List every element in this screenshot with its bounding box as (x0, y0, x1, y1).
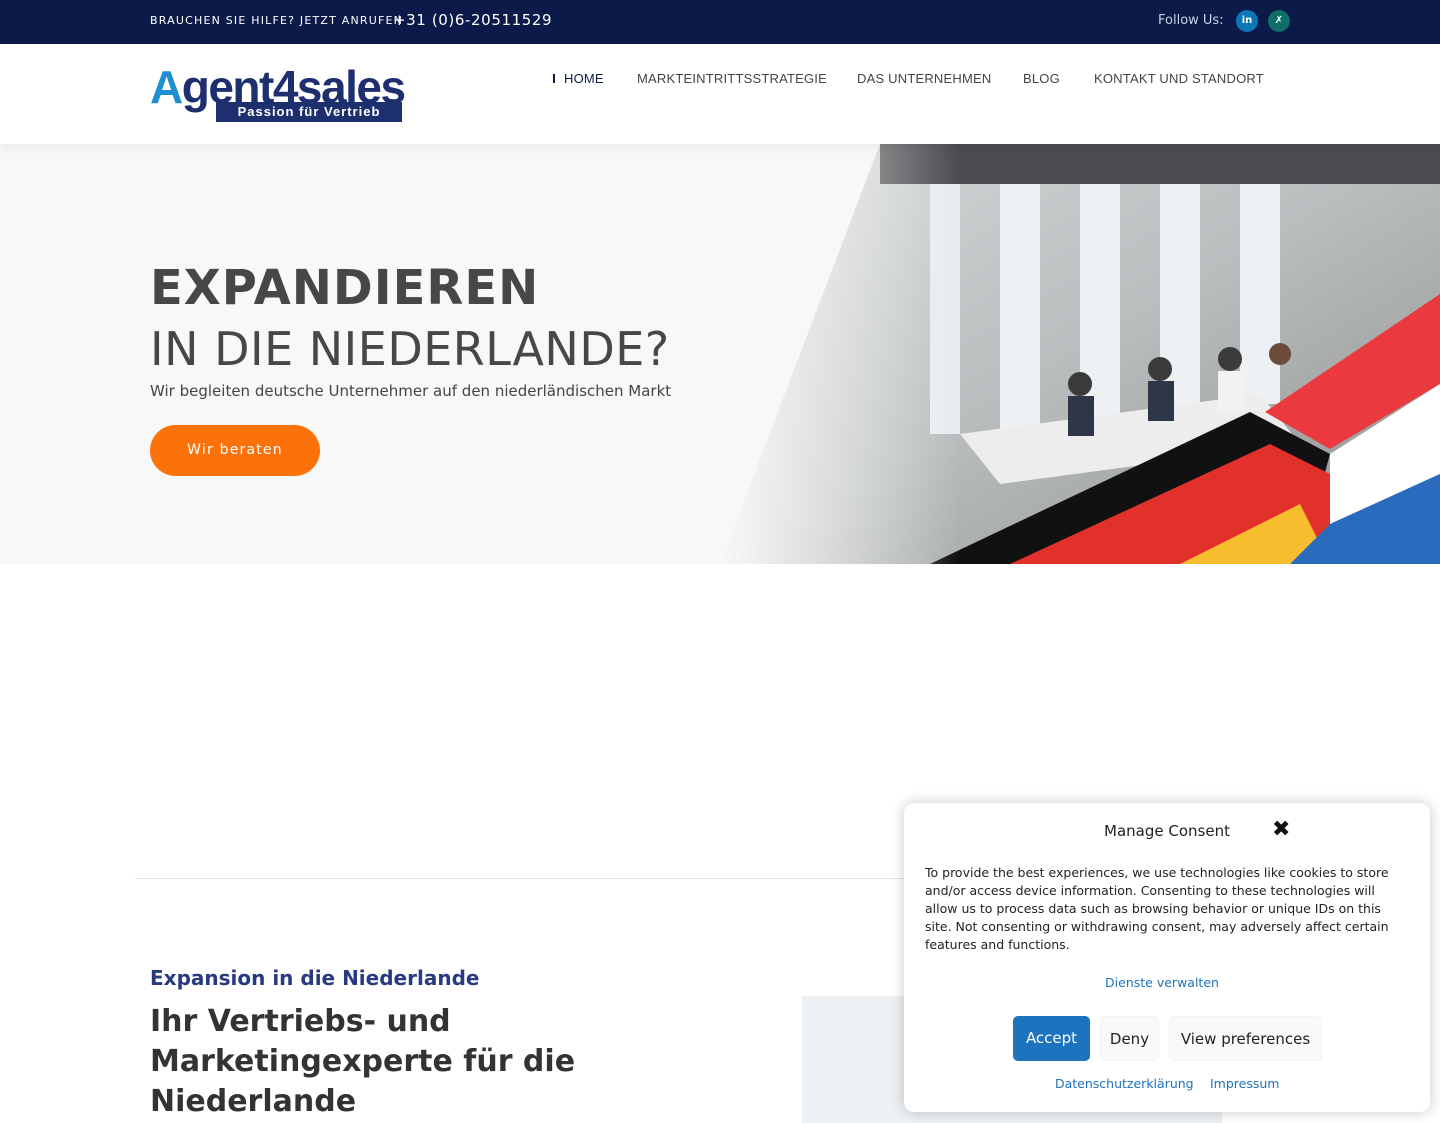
view-preferences-button[interactable]: View preferences (1169, 1016, 1322, 1061)
hero-title: EXPANDIEREN (150, 260, 540, 316)
consent-dialog: Manage Consent ✖ To provide the best exp… (904, 803, 1430, 1112)
imprint-link[interactable]: Impressum (1210, 1076, 1279, 1091)
follow-label: Follow Us: (1158, 13, 1224, 28)
deny-button[interactable]: Deny (1100, 1016, 1159, 1061)
wir-beraten-button[interactable]: Wir beraten (150, 425, 320, 476)
consent-body: To provide the best experiences, we use … (925, 865, 1389, 952)
nav-blog[interactable]: BLOG (1023, 71, 1060, 86)
xing-icon[interactable]: ✗ (1268, 10, 1290, 32)
accept-button[interactable]: Accept (1013, 1016, 1090, 1061)
nav-home[interactable]: HOME (564, 71, 604, 86)
hero-title-line2: IN DIE NIEDERLANDE? (150, 322, 670, 376)
nav-kontakt[interactable]: KONTAKT UND STANDORT (1094, 71, 1264, 86)
top-bar: BRAUCHEN SIE HILFE? JETZT ANRUFEN +31 (0… (0, 0, 1440, 44)
consent-title: Manage Consent (1104, 822, 1230, 840)
linkedin-icon[interactable]: in (1236, 10, 1258, 32)
section-kicker: Expansion in die Niederlande (150, 966, 480, 990)
site-header: Agent4sales Passion für Vertrieb HOME MA… (0, 44, 1440, 144)
phone-link[interactable]: +31 (0)6-20511529 (393, 11, 552, 29)
logo-tagline: Passion für Vertrieb (216, 102, 402, 122)
nav-das-unternehmen[interactable]: DAS UNTERNEHMEN (857, 71, 991, 86)
hero-subtitle: Wir begleiten deutsche Unternehmer auf d… (150, 382, 672, 400)
logo-letter: A (150, 61, 183, 113)
hero-section: EXPANDIEREN IN DIE NIEDERLANDE? Wir begl… (0, 144, 1440, 564)
nav-active-marker (553, 74, 555, 83)
nav-markteintrittsstrategie[interactable]: MARKTEINTRITTSSTRATEGIE (637, 71, 827, 86)
privacy-link[interactable]: Datenschutzerklärung (1055, 1076, 1194, 1091)
close-icon[interactable]: ✖ (1272, 817, 1290, 842)
manage-services-link[interactable]: Dienste verwalten (904, 975, 1420, 990)
site-logo[interactable]: Agent4sales Passion für Vertrieb (150, 61, 406, 126)
help-text: BRAUCHEN SIE HILFE? JETZT ANRUFEN (150, 14, 404, 27)
section-title: Ihr Vertriebs- und Marketingexperte für … (150, 1004, 576, 1119)
